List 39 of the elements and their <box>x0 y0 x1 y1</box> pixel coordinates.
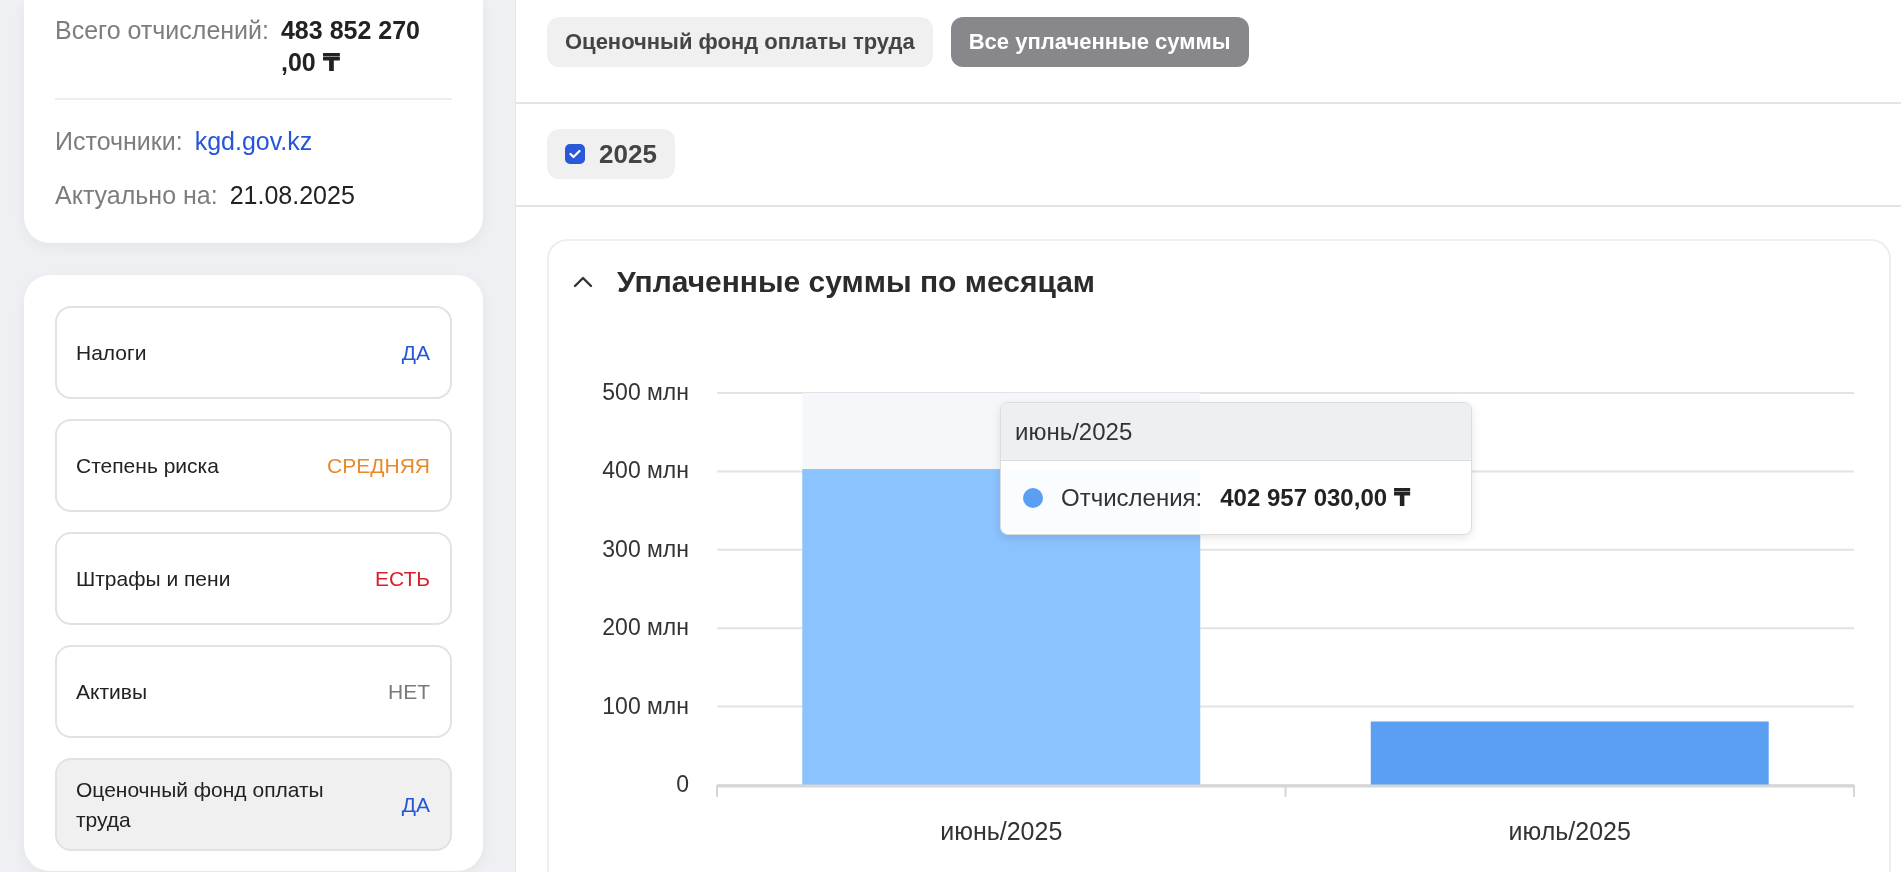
indicator-status: СРЕДНЯЯ <box>327 453 430 478</box>
indicator-item[interactable]: Активы НЕТ <box>55 645 452 738</box>
axis-label: 300 млн <box>602 535 689 562</box>
indicator-status: НЕТ <box>388 679 430 704</box>
indicator-label: Налоги <box>76 339 147 366</box>
indicator-label: Активы <box>76 678 148 705</box>
collapse-caret-icon[interactable] <box>573 276 593 288</box>
indicator-status: ДА <box>401 792 430 817</box>
tooltip-value: 402 957 030,00 ₸ <box>1220 483 1411 512</box>
axis-label: 500 млн <box>602 379 689 405</box>
tooltip-title: июнь/2025 <box>1015 417 1133 446</box>
indicator-label: Степень риска <box>76 452 219 479</box>
axis-label: июнь/2025 <box>940 817 1063 845</box>
tab[interactable]: Все уплаченные суммы <box>950 17 1249 67</box>
date-value: 21.08.2025 <box>229 180 355 211</box>
axis-label: 400 млн <box>602 457 689 484</box>
check-icon <box>569 149 581 159</box>
indicator-item[interactable]: Налоги ДА <box>55 306 452 399</box>
indicator-item[interactable]: Оценочный фонд оплаты труда ДА <box>55 758 452 851</box>
indicator-item[interactable]: Штрафы и пени ЕСТЬ <box>55 532 452 625</box>
summary-label: Всего отчислений: <box>55 15 269 46</box>
axis-label: 0 <box>676 771 689 797</box>
year-filter[interactable]: 2025 <box>547 129 675 179</box>
tooltip-label: Отчисления: <box>1061 483 1203 512</box>
indicator-label: Оценочный фонд оплаты труда <box>76 776 325 833</box>
chart-title: Уплаченные суммы по месяцам <box>617 265 1096 299</box>
axis-label: 200 млн <box>602 614 689 641</box>
indicator-item[interactable]: Степень риска СРЕДНЯЯ <box>55 419 452 512</box>
axis-label: июль/2025 <box>1508 817 1631 845</box>
tab[interactable]: Оценочный фонд оплаты труда <box>547 17 933 67</box>
indicator-label: Штрафы и пени <box>76 565 231 592</box>
indicator-status: ДА <box>401 340 430 365</box>
axis-label: 100 млн <box>602 692 689 719</box>
total-amount: 483 852 270 ,00 ₸ <box>280 15 421 78</box>
summary-label: Актуально на: <box>55 180 218 211</box>
summary-label: Источники: <box>55 126 183 157</box>
source-link[interactable]: kgd.gov.kz <box>194 125 313 157</box>
indicator-status: ЕСТЬ <box>374 566 430 591</box>
checkbox[interactable] <box>565 144 585 164</box>
